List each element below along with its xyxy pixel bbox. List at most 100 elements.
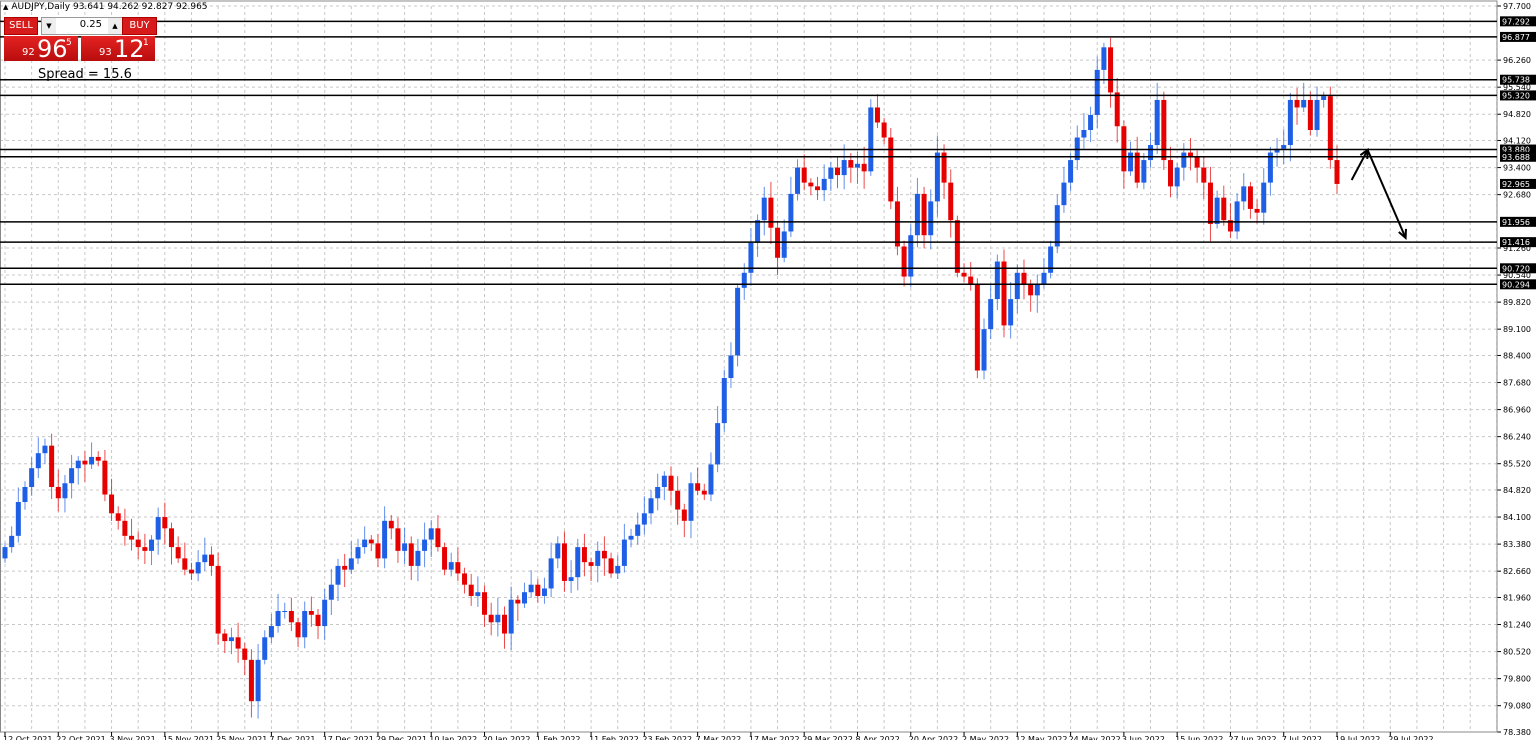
bear-candle[interactable] — [482, 592, 488, 615]
bull-candle[interactable] — [62, 483, 68, 499]
bull-candle[interactable] — [621, 539, 627, 566]
arrow-line[interactable] — [1366, 149, 1407, 239]
collapse-triangle-icon[interactable]: ▲ — [3, 3, 8, 11]
bear-candle[interactable] — [169, 528, 174, 548]
bear-candle[interactable] — [608, 558, 614, 574]
bull-candle[interactable] — [914, 193, 920, 236]
bear-candle[interactable] — [435, 528, 441, 548]
bear-candle[interactable] — [588, 562, 594, 566]
bull-candle[interactable] — [988, 299, 994, 330]
bull-candle[interactable] — [628, 535, 634, 540]
bear-candle[interactable] — [315, 614, 321, 627]
bear-candle[interactable] — [894, 201, 900, 247]
bull-candle[interactable] — [761, 197, 767, 221]
bear-candle[interactable] — [248, 659, 254, 702]
bear-candle[interactable] — [95, 456, 101, 461]
bull-candle[interactable] — [422, 539, 428, 551]
bull-candle[interactable] — [428, 528, 434, 540]
bull-candle[interactable] — [1068, 160, 1074, 183]
bear-candle[interactable] — [848, 160, 854, 168]
bull-candle[interactable] — [202, 554, 208, 563]
bear-candle[interactable] — [502, 614, 507, 634]
bear-candle[interactable] — [1021, 272, 1027, 285]
bull-candle[interactable] — [728, 355, 734, 379]
bear-candle[interactable] — [601, 550, 607, 559]
bull-candle[interactable] — [1034, 284, 1040, 296]
bull-candle[interactable] — [1008, 299, 1014, 326]
bull-candle[interactable] — [149, 539, 155, 551]
bull-candle[interactable] — [75, 460, 81, 469]
bull-candle[interactable] — [1014, 272, 1020, 300]
bull-candle[interactable] — [595, 550, 601, 566]
bull-candle[interactable] — [521, 592, 527, 604]
bull-candle[interactable] — [548, 558, 554, 589]
bull-candle[interactable] — [275, 611, 281, 627]
bear-candle[interactable] — [49, 445, 55, 487]
bull-candle[interactable] — [1261, 182, 1267, 213]
bull-candle[interactable] — [854, 163, 860, 168]
bear-candle[interactable] — [681, 509, 687, 521]
bull-candle[interactable] — [981, 329, 987, 371]
bear-candle[interactable] — [835, 167, 840, 176]
price-chart[interactable]: 97.70096.26095.54094.82094.12093.40092.6… — [0, 0, 1536, 740]
bear-candle[interactable] — [222, 633, 228, 642]
bear-candle[interactable] — [488, 614, 494, 623]
bear-candle[interactable] — [368, 539, 374, 544]
bear-candle[interactable] — [1201, 167, 1207, 183]
bear-candle[interactable] — [675, 490, 681, 510]
bull-candle[interactable] — [708, 464, 714, 495]
bear-candle[interactable] — [55, 486, 61, 499]
bull-candle[interactable] — [788, 193, 794, 232]
bull-candle[interactable] — [508, 599, 514, 634]
bear-candle[interactable] — [921, 193, 927, 236]
bull-candle[interactable] — [195, 562, 201, 574]
bull-candle[interactable] — [2, 547, 8, 559]
bull-candle[interactable] — [22, 486, 28, 503]
bull-candle[interactable] — [1234, 201, 1240, 232]
sell-button[interactable]: SELL — [4, 17, 38, 35]
bull-candle[interactable] — [1181, 152, 1187, 168]
bear-candle[interactable] — [208, 554, 214, 566]
bull-candle[interactable] — [355, 547, 361, 559]
bear-candle[interactable] — [175, 547, 181, 559]
bull-candle[interactable] — [1041, 272, 1047, 285]
bull-candle[interactable] — [322, 599, 328, 627]
bear-candle[interactable] — [1307, 99, 1313, 131]
bull-candle[interactable] — [528, 584, 534, 593]
bull-candle[interactable] — [1241, 186, 1247, 202]
bull-candle[interactable] — [541, 588, 547, 596]
bear-candle[interactable] — [581, 547, 587, 563]
bull-candle[interactable] — [868, 107, 874, 172]
bull-candle[interactable] — [755, 220, 761, 243]
bull-candle[interactable] — [1287, 99, 1293, 146]
increase-lot-icon[interactable]: ▲ — [108, 18, 122, 34]
bear-candle[interactable] — [235, 637, 241, 649]
bear-candle[interactable] — [1168, 160, 1173, 187]
bear-candle[interactable] — [861, 163, 867, 172]
bull-candle[interactable] — [448, 562, 454, 570]
bear-candle[interactable] — [188, 569, 194, 574]
bull-candle[interactable] — [1321, 96, 1327, 100]
bear-candle[interactable] — [1221, 197, 1227, 221]
bull-candle[interactable] — [1141, 160, 1147, 183]
bull-candle[interactable] — [35, 453, 41, 469]
bear-candle[interactable] — [115, 513, 121, 521]
bull-candle[interactable] — [648, 498, 654, 514]
bear-candle[interactable] — [668, 475, 674, 491]
buy-button[interactable]: BUY — [122, 17, 157, 35]
bear-candle[interactable] — [968, 276, 974, 285]
bull-candle[interactable] — [262, 637, 268, 660]
bull-candle[interactable] — [1281, 145, 1287, 149]
bull-candle[interactable] — [1081, 130, 1087, 138]
bull-candle[interactable] — [495, 614, 501, 623]
bear-candle[interactable] — [395, 528, 401, 551]
arrow-line[interactable] — [1350, 149, 1369, 181]
bull-candle[interactable] — [781, 231, 787, 258]
bear-candle[interactable] — [768, 197, 774, 228]
bull-candle[interactable] — [828, 167, 834, 179]
bear-candle[interactable] — [1327, 96, 1333, 161]
bear-candle[interactable] — [215, 565, 221, 634]
bear-candle[interactable] — [561, 543, 567, 581]
bear-candle[interactable] — [375, 543, 381, 559]
bull-candle[interactable] — [655, 486, 661, 499]
